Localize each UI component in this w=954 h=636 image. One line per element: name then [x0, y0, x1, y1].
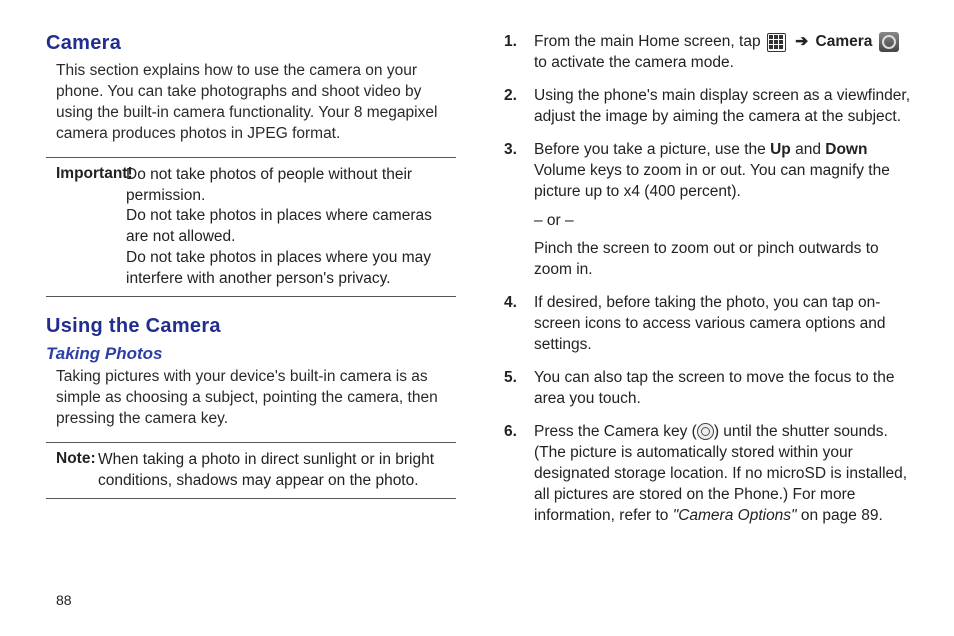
step-2: Using the phone's main display screen as…	[504, 86, 914, 128]
step1-camera-label: Camera	[816, 33, 873, 50]
step6-ref: "Camera Options"	[673, 507, 797, 524]
step3-up: Up	[770, 141, 791, 158]
steps-list: From the main Home screen, tap ➔ Camera …	[504, 32, 914, 527]
step1-text-a: From the main Home screen, tap	[534, 33, 765, 50]
arrow-icon: ➔	[795, 33, 808, 50]
step3-mid: and	[791, 141, 825, 158]
step-5: You can also tap the screen to move the …	[504, 368, 914, 410]
note-body: When taking a photo in direct sunlight o…	[56, 450, 456, 492]
camera-intro: This section explains how to use the cam…	[46, 61, 456, 145]
subhead-taking-photos: Taking Photos	[46, 344, 456, 364]
important-label: Important!	[56, 165, 133, 182]
apps-grid-icon	[767, 33, 786, 52]
step-1: From the main Home screen, tap ➔ Camera …	[504, 32, 914, 74]
step-4: If desired, before taking the photo, you…	[504, 293, 914, 356]
heading-using-camera: Using the Camera	[46, 315, 456, 338]
step-6: Press the Camera key () until the shutte…	[504, 422, 914, 527]
step3-pinch: Pinch the screen to zoom out or pinch ou…	[534, 239, 914, 281]
step6-text-a: Press the Camera key (	[534, 423, 697, 440]
taking-photos-intro: Taking pictures with your device's built…	[46, 367, 456, 430]
right-column: From the main Home screen, tap ➔ Camera …	[504, 32, 914, 616]
important-body: Do not take photos of people without the…	[56, 165, 456, 291]
step-3: Before you take a picture, use the Up an…	[504, 140, 914, 282]
important-line-2: Do not take photos in places where camer…	[126, 206, 456, 248]
page-number: 88	[56, 592, 72, 608]
step6-text-c: on page 89.	[797, 507, 883, 524]
camera-app-icon	[879, 32, 899, 52]
step3-or: – or –	[534, 211, 914, 232]
important-line-1: Do not take photos of people without the…	[126, 165, 456, 207]
note-text: When taking a photo in direct sunlight o…	[98, 450, 456, 492]
step3-down: Down	[825, 141, 867, 158]
important-callout: Important! Do not take photos of people …	[46, 157, 456, 297]
camera-key-icon	[697, 423, 714, 440]
important-line-3: Do not take photos in places where you m…	[126, 248, 456, 290]
note-label: Note:	[56, 450, 96, 467]
step1-text-b: to activate the camera mode.	[534, 54, 734, 71]
step3-text-b: Volume keys to zoom in or out. You can m…	[534, 162, 890, 200]
step3-text-a: Before you take a picture, use the	[534, 141, 770, 158]
note-callout: Note: When taking a photo in direct sunl…	[46, 442, 456, 499]
heading-camera: Camera	[46, 32, 456, 55]
left-column: Camera This section explains how to use …	[46, 32, 456, 616]
